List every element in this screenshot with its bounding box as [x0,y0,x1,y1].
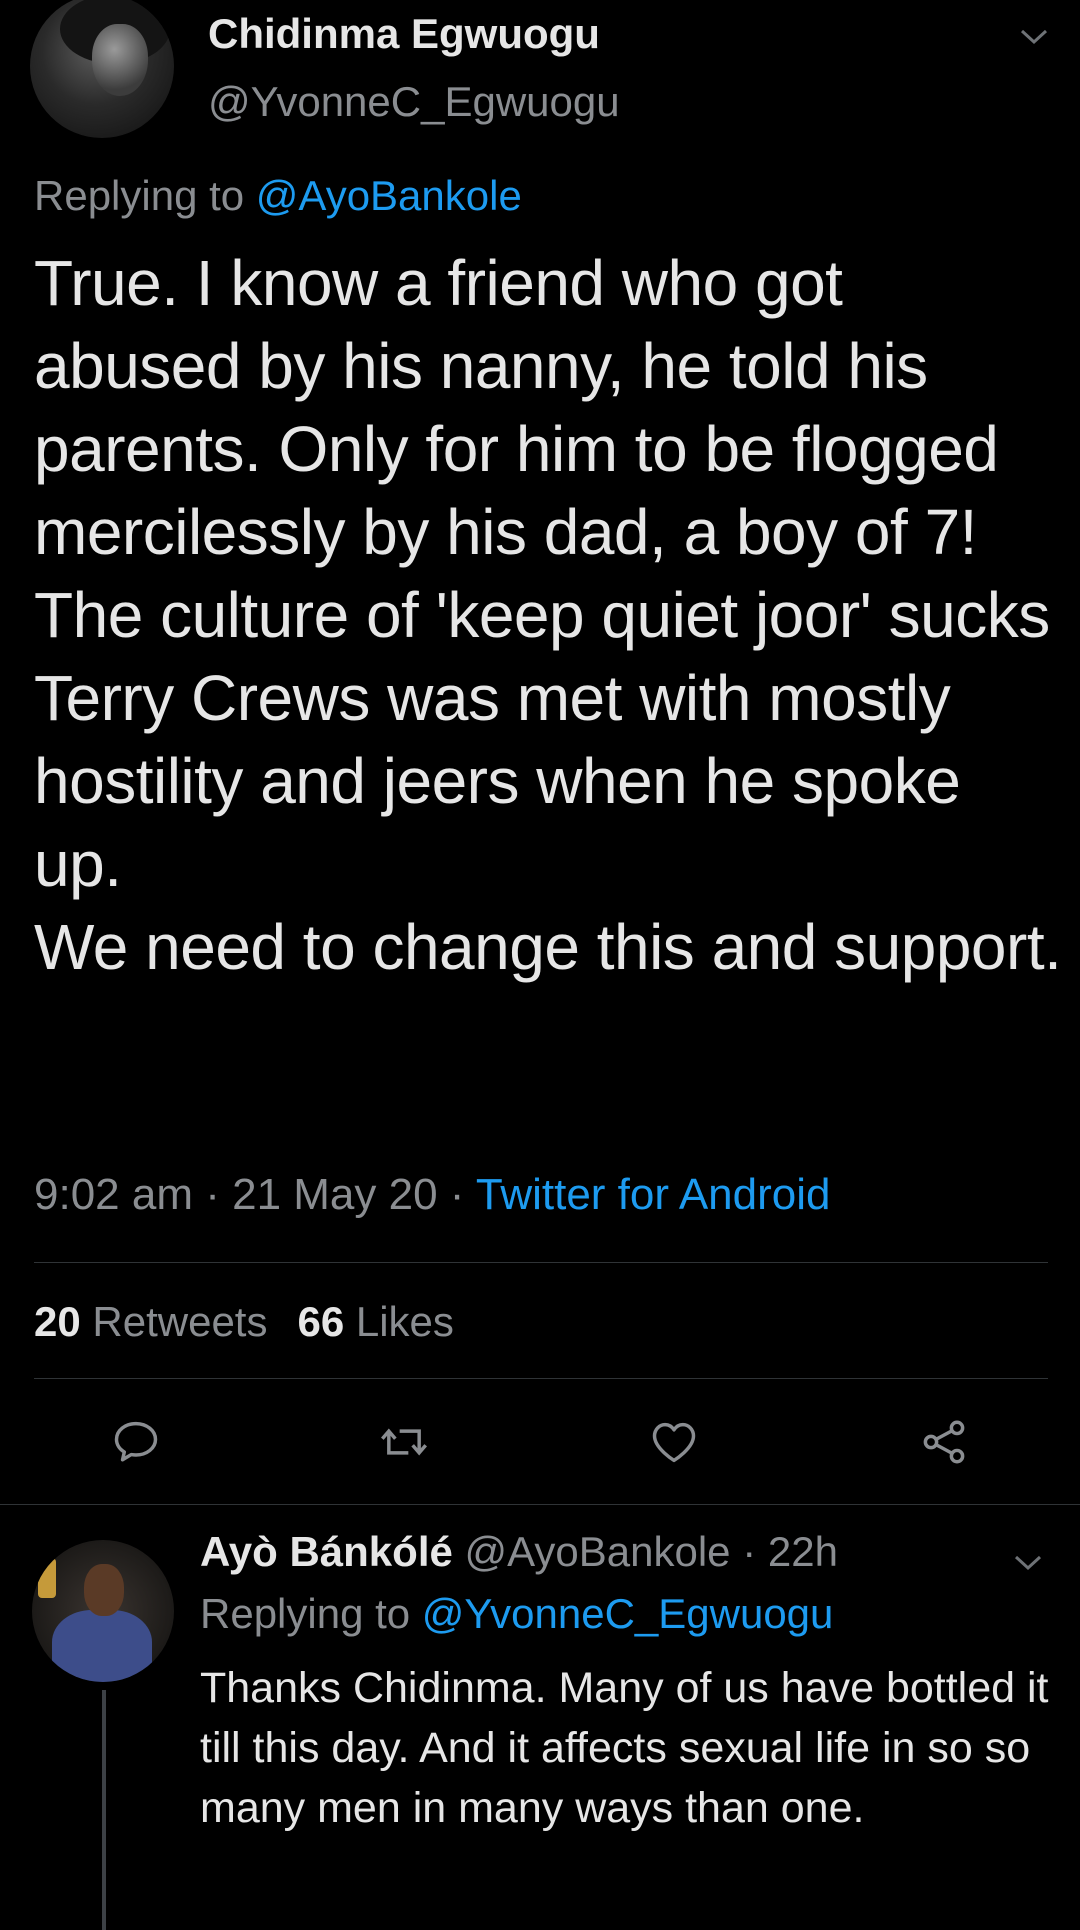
retweets-label: Retweets [92,1298,268,1345]
chevron-down-icon[interactable] [1012,1546,1044,1578]
reply-author-avatar[interactable] [32,1540,174,1682]
tweet-text: True. I know a friend who got abused by … [34,247,1062,983]
author-display-name[interactable]: Chidinma Egwuogu [208,10,600,58]
replying-to-label: Replying to [34,172,245,219]
share-button[interactable] [916,1414,972,1470]
reply-header: Ayò Bánkólé @AyoBankole · 22h [200,1528,838,1575]
reply-time-ago: 22h [767,1528,838,1575]
tweet-stats: 20 Retweets 66 Likes [34,1298,454,1346]
tweet-date: 21 May 20 [232,1170,438,1219]
retweet-icon [381,1428,427,1456]
chevron-down-icon[interactable] [1018,20,1050,52]
like-button[interactable] [646,1414,702,1470]
retweets-stat[interactable]: 20 Retweets [34,1298,267,1345]
share-icon [923,1420,965,1464]
reply-icon [114,1421,158,1462]
reply-replying-to-label: Replying to [200,1590,411,1637]
likes-count: 66 [297,1298,345,1345]
thread-connector-line [102,1690,106,1930]
heart-icon [652,1422,696,1463]
replying-to-handle-link[interactable]: @AyoBankole [256,172,522,219]
tweet-meta: 9:02 am · 21 May 20 · Twitter for Androi… [34,1170,831,1219]
replying-to: Replying to @AyoBankole [34,172,522,220]
divider [34,1262,1048,1263]
divider [34,1378,1048,1379]
likes-label: Likes [355,1298,454,1345]
author-handle[interactable]: @YvonneC_Egwuogu [208,78,620,126]
reply-replying-to: Replying to @YvonneC_Egwuogu [200,1590,833,1638]
reply-button[interactable] [108,1414,164,1470]
divider [0,1504,1080,1505]
likes-stat[interactable]: 66 Likes [297,1298,453,1345]
retweets-count: 20 [34,1298,81,1345]
reply-author-handle[interactable]: @AyoBankole [465,1528,731,1575]
reply-author-name[interactable]: Ayò Bánkólé [200,1528,453,1575]
reply-replying-to-handle-link[interactable]: @YvonneC_Egwuogu [422,1590,834,1637]
reply-tweet-text: Thanks Chidinma. Many of us have bottled… [200,1664,1049,1832]
tweet-time: 9:02 am [34,1170,193,1219]
author-avatar[interactable] [30,0,174,138]
tweet-source-link[interactable]: Twitter for Android [476,1170,831,1219]
retweet-button[interactable] [376,1414,432,1470]
